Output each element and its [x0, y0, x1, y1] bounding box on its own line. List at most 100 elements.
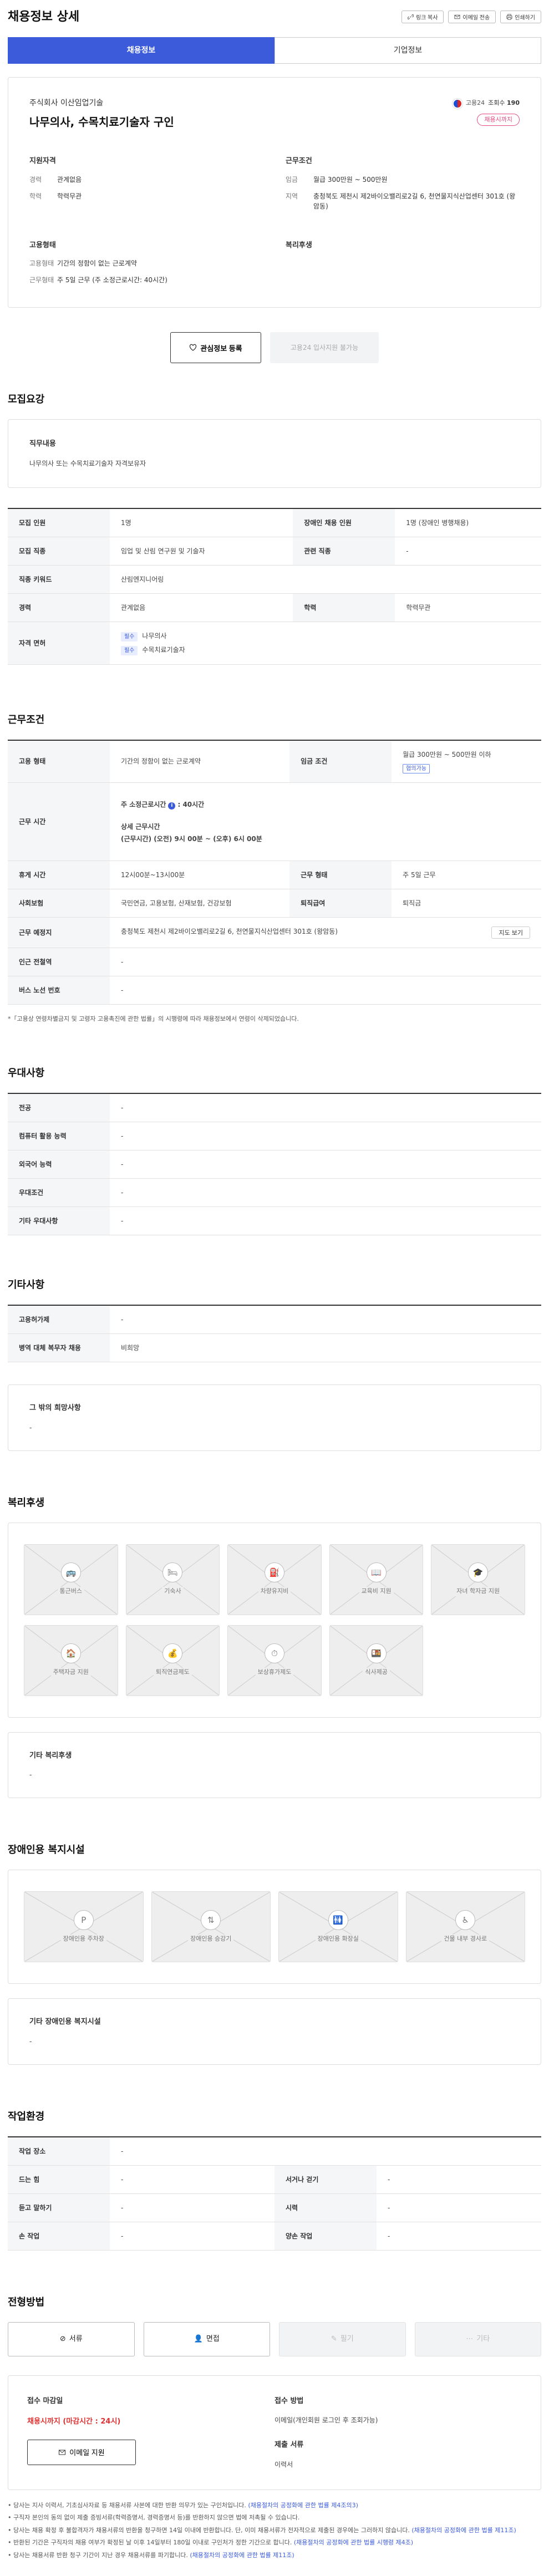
pencil-icon: ✎	[331, 2334, 337, 2343]
law-link[interactable]: (채용절차의 공정화에 관한 법률 제11조)	[411, 2527, 516, 2534]
email-apply-button[interactable]: 이메일 지원	[27, 2439, 136, 2465]
benefit-tile: P 장애인용 주차장	[24, 1891, 144, 1962]
print-label: 인쇄하기	[515, 15, 535, 21]
wage-key: 임금	[286, 175, 298, 184]
benefit-tile: ♿ 건물 내부 경사로	[405, 1891, 525, 1962]
benefit-label: 자녀 학자금 지원	[454, 1587, 502, 1596]
environment-value: -	[110, 2193, 274, 2222]
footnote-text: 당사는 채용 확정 후 불합격자가 채용서류의 반환을 청구하면 14일 이내에…	[13, 2526, 410, 2534]
other-welfare-value: -	[29, 1771, 32, 1779]
table-row: 외국어 능력 -	[8, 1150, 541, 1179]
action-buttons: 관심정보 등록 고용24 입사지원 불가능	[0, 332, 549, 363]
footnote-item: 당사는 채용 확정 후 불합격자가 채용서류의 반환을 청구하면 14일 이내에…	[8, 2526, 541, 2536]
table-row: 근무 예정지 지도 보기 충청북도 제천시 제2바이오밸리로2길 6, 천연물지…	[8, 917, 541, 948]
tab-job-info[interactable]: 채용정보	[8, 37, 274, 64]
recruit-table: 모집 인원 1명 장애인 채용 인원 1명 (장애인 병행채용) 모집 직종 임…	[8, 507, 541, 665]
benefit-label: 주택자금 지원	[50, 1668, 91, 1677]
preference-key: 외국어 능력	[8, 1150, 110, 1179]
job-keyword-key: 직종 키워드	[8, 565, 110, 594]
table-row: 인근 전철역 -	[8, 948, 541, 976]
tab-company-info[interactable]: 기업정보	[274, 37, 541, 64]
environment-value: -	[110, 2136, 541, 2166]
employment-type-title: 고용형태	[29, 241, 56, 250]
table-row: 듣고 말하기 - 시력 -	[8, 2193, 541, 2222]
subway-key: 인근 전철역	[8, 948, 110, 976]
wage-value: 월급 300만원 ~ 500만원	[313, 175, 388, 184]
other-wishes-title: 그 밖의 희망사항	[29, 1404, 81, 1412]
workplace-key: 근무 예정지	[8, 917, 110, 948]
required-chip: 필수	[121, 645, 138, 655]
email-send-button[interactable]: 이메일 전송	[448, 11, 496, 23]
required-chip: 필수	[121, 632, 138, 642]
license-item: 나무의사	[142, 632, 167, 640]
table-row: 모집 직종 임업 및 산림 연구원 및 기술자 관련 직종 -	[8, 537, 541, 566]
other-table: 고용허가제 - 병역 대체 복무자 채용 비희망	[8, 1305, 541, 1362]
table-row: 고용 형태 기간의 정함이 없는 근로계약 임금 조건 월급 300만원 ~ 5…	[8, 740, 541, 783]
favorite-button[interactable]: 관심정보 등록	[170, 332, 261, 363]
job-category-value: 임업 및 산림 연구원 및 기술자	[110, 537, 293, 566]
detail-hours-value: (근무시간) (오전) 9시 00분 ~ (오후) 6시 00분	[121, 834, 262, 843]
other-value: 비희망	[110, 1333, 541, 1362]
pension-value: 퇴직금	[392, 889, 541, 918]
benefit-tile: 🛏 기숙사	[125, 1544, 220, 1615]
more-icon: ⋯	[466, 2334, 474, 2343]
page-header: 채용정보 상세 링크 복사 이메일 전송 인쇄하기	[0, 0, 549, 32]
benefit-label: 장애인용 승강기	[188, 1934, 234, 1944]
weekly-hours-value: : 40시간	[177, 800, 205, 808]
info-icon[interactable]: i	[168, 802, 176, 810]
benefit-label: 건물 내부 경사로	[441, 1934, 490, 1944]
benefit-tile: 🎓 자녀 학자금 지원	[431, 1544, 525, 1615]
work-form-key: 근무 형태	[289, 861, 392, 889]
environment-value: -	[377, 2222, 541, 2251]
mail-icon	[454, 14, 460, 19]
environment-section-title: 작업환경	[8, 2110, 45, 2122]
documents-value: 이력서	[274, 2460, 293, 2468]
job-title: 나무의사, 수목치료기술자 구인	[29, 115, 174, 129]
career-value: 관계없음	[57, 175, 82, 184]
deadline-title: 접수 마감일	[27, 2396, 63, 2405]
work-section-title: 근무조건	[8, 714, 45, 726]
bus-value: -	[110, 976, 541, 1005]
job-detail-page: 채용정보 상세 링크 복사 이메일 전송 인쇄하기 채용정보 기업정보 주식회사…	[0, 0, 549, 2574]
work-hours-value: 주 소정근로시간 i: 40시간 상세 근무시간 (근무시간) (오전) 9시 0…	[110, 782, 541, 861]
process-section-title: 전형방법	[8, 2296, 45, 2308]
method-document[interactable]: ⊘ 서류	[8, 2322, 135, 2356]
house-money-icon: 🏠	[60, 1643, 81, 1664]
table-row: 모집 인원 1명 장애인 채용 인원 1명 (장애인 병행채용)	[8, 508, 541, 537]
age-note: *「고용상 연령차별금지 및 고령자 고용촉진에 관한 법률」의 시행령에 따라…	[8, 1015, 299, 1022]
other-welfare-box: 기타 복리후생 -	[8, 1732, 541, 1798]
license-key: 자격 면허	[8, 622, 110, 665]
work-table: 고용 형태 기간의 정함이 없는 근로계약 임금 조건 월급 300만원 ~ 5…	[8, 739, 541, 1005]
table-row: 고용허가제 -	[8, 1305, 541, 1334]
company-name: 주식회사 이산임업기술	[29, 99, 104, 108]
license-value: 필수 나무의사 필수 수목치료기술자	[110, 622, 541, 665]
environment-table: 작업 장소 - 드는 힘 - 서거나 걷기 - 듣고 말하기 - 시력 - 손 작업 - 양손 작업 -	[8, 2136, 541, 2251]
print-button[interactable]: 인쇄하기	[500, 11, 541, 23]
map-view-button[interactable]: 지도 보기	[491, 926, 530, 939]
region-key: 지역	[286, 192, 298, 200]
email-apply-label: 이메일 지원	[69, 2448, 105, 2457]
work-wage-key: 임금 조건	[289, 740, 392, 783]
related-job-value: -	[395, 537, 541, 566]
copy-link-button[interactable]: 링크 복사	[401, 11, 444, 23]
method-interview[interactable]: 👤 면접	[143, 2322, 270, 2356]
environment-key: 드는 힘	[8, 2165, 110, 2194]
mail-icon	[59, 2450, 66, 2455]
workplace-value: 지도 보기 충청북도 제천시 제2바이오밸리로2길 6, 천연물지식산업센터 3…	[110, 917, 541, 948]
ramp-icon: ♿	[455, 1910, 476, 1930]
law-link[interactable]: (채용절차의 공정화에 관한 법률 제4조의3)	[248, 2502, 358, 2509]
benefit-tile: 📖 교육비 지원	[329, 1544, 424, 1615]
interview-icon: 👤	[194, 2334, 203, 2343]
law-link[interactable]: (채용절차의 공정화에 관한 법률 시행령 제4조)	[294, 2539, 413, 2546]
welfare-summary-block: 복리후생	[286, 240, 520, 292]
apply-method-value: 이메일(개인회원 로그인 후 조회가능)	[274, 2416, 378, 2424]
preference-value: -	[110, 1150, 541, 1179]
negotiable-chip: 협의가능	[403, 763, 430, 773]
recruit-career-key: 경력	[8, 593, 110, 622]
break-value: 12시00분~13시00분	[110, 861, 290, 889]
job-summary-card: 주식회사 이산임업기술 고용24 조회수 190 나무의사, 수목치료기술자 구…	[8, 77, 541, 308]
break-key: 휴게 시간	[8, 861, 110, 889]
law-link[interactable]: (채용절차의 공정화에 관한 법률 제11조)	[190, 2552, 294, 2559]
footnote-item: 당사는 채용서류 반환 청구 기간이 지난 경우 채용서류를 파기합니다. (채…	[8, 2551, 541, 2560]
recruit-edu-value: 학력무관	[395, 593, 541, 622]
